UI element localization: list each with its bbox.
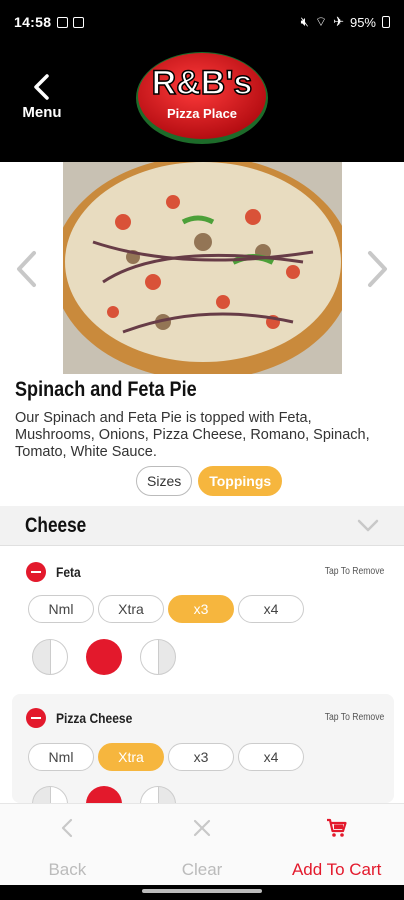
status-bar: 14:58 🔇︎ ⌔ ✈︎ 95% <box>0 0 404 44</box>
chevron-left-icon <box>62 818 73 838</box>
menu-back-label: Menu <box>22 104 62 121</box>
placement-options <box>32 639 176 675</box>
whole-pizza-icon[interactable] <box>86 639 122 675</box>
tap-to-remove-hint: Tap To Remove <box>324 712 384 723</box>
airplane-icon: ✈︎ <box>333 14 344 29</box>
bottom-action-bar: Back Clear Add To Cart <box>0 803 404 885</box>
logo-main-text: R&B's <box>152 64 253 102</box>
carousel-prev-icon[interactable] <box>14 250 38 288</box>
carousel-next-icon[interactable] <box>366 250 390 288</box>
whole-pizza-icon[interactable] <box>86 786 122 803</box>
left-half-icon[interactable] <box>32 639 68 675</box>
topping-name: Pizza Cheese <box>56 710 133 726</box>
amount-xtra[interactable]: Xtra <box>98 743 164 771</box>
close-icon <box>193 819 211 837</box>
back-button[interactable]: Back <box>0 804 135 885</box>
right-half-icon[interactable] <box>140 639 176 675</box>
placement-options <box>32 786 176 803</box>
back-label: Back <box>48 860 87 879</box>
amount-xtra[interactable]: Xtra <box>98 595 164 623</box>
cheese-group-header[interactable]: Cheese <box>0 506 404 546</box>
topping-feta: Feta Tap To Remove Nml Xtra x3 x4 <box>12 548 394 686</box>
home-indicator[interactable] <box>142 889 262 893</box>
left-half-icon[interactable] <box>32 786 68 803</box>
product-image-carousel[interactable] <box>0 162 404 374</box>
amount-x3[interactable]: x3 <box>168 743 234 771</box>
cart-icon <box>326 818 347 837</box>
topping-name: Feta <box>56 564 81 580</box>
tab-sizes[interactable]: Sizes <box>136 466 193 496</box>
logo-sub-text: Pizza Place <box>167 106 237 121</box>
remove-topping-icon[interactable] <box>26 562 46 582</box>
remove-topping-icon[interactable] <box>26 708 46 728</box>
amount-options: Nml Xtra x3 x4 <box>28 595 304 623</box>
app-header: Menu R&B's Pizza Place <box>0 44 404 162</box>
group-title: Cheese <box>25 513 87 537</box>
sizes-toppings-tabs: Sizes Toppings <box>136 466 283 496</box>
product-info: Spinach and Feta Pie Our Spinach and Fet… <box>0 376 404 461</box>
app-notification-icon <box>73 16 85 28</box>
add-to-cart-label: Add To Cart <box>291 860 382 879</box>
amount-nml[interactable]: Nml <box>28 743 94 771</box>
wifi-icon: ⌔ <box>314 14 328 29</box>
tab-toppings[interactable]: Toppings <box>198 466 283 496</box>
amount-x4[interactable]: x4 <box>238 595 304 623</box>
gallery-notification-icon <box>57 16 69 28</box>
chevron-left-icon <box>34 74 49 100</box>
pizza-photo <box>63 162 342 374</box>
amount-x3[interactable]: x3 <box>168 595 234 623</box>
status-time: 14:58 <box>14 14 52 30</box>
brand-logo: R&B's Pizza Place <box>136 52 268 144</box>
amount-nml[interactable]: Nml <box>28 595 94 623</box>
product-title: Spinach and Feta Pie <box>15 378 197 401</box>
battery-icon <box>382 16 390 28</box>
chevron-down-icon[interactable] <box>357 519 379 533</box>
topping-pizza-cheese: Pizza Cheese Tap To Remove Nml Xtra x3 x… <box>12 694 394 803</box>
clear-button[interactable]: Clear <box>135 804 270 885</box>
menu-back-button[interactable]: Menu <box>18 74 66 121</box>
amount-x4[interactable]: x4 <box>238 743 304 771</box>
clear-label: Clear <box>181 860 223 879</box>
tap-to-remove-hint: Tap To Remove <box>324 566 384 577</box>
gesture-bar <box>0 885 404 900</box>
right-half-icon[interactable] <box>140 786 176 803</box>
product-description: Our Spinach and Feta Pie is topped with … <box>15 410 370 460</box>
mute-icon: 🔇︎ <box>300 14 309 29</box>
add-to-cart-button[interactable]: Add To Cart <box>269 804 404 885</box>
battery-level: 95% <box>349 14 376 30</box>
amount-options: Nml Xtra x3 x4 <box>28 743 304 771</box>
